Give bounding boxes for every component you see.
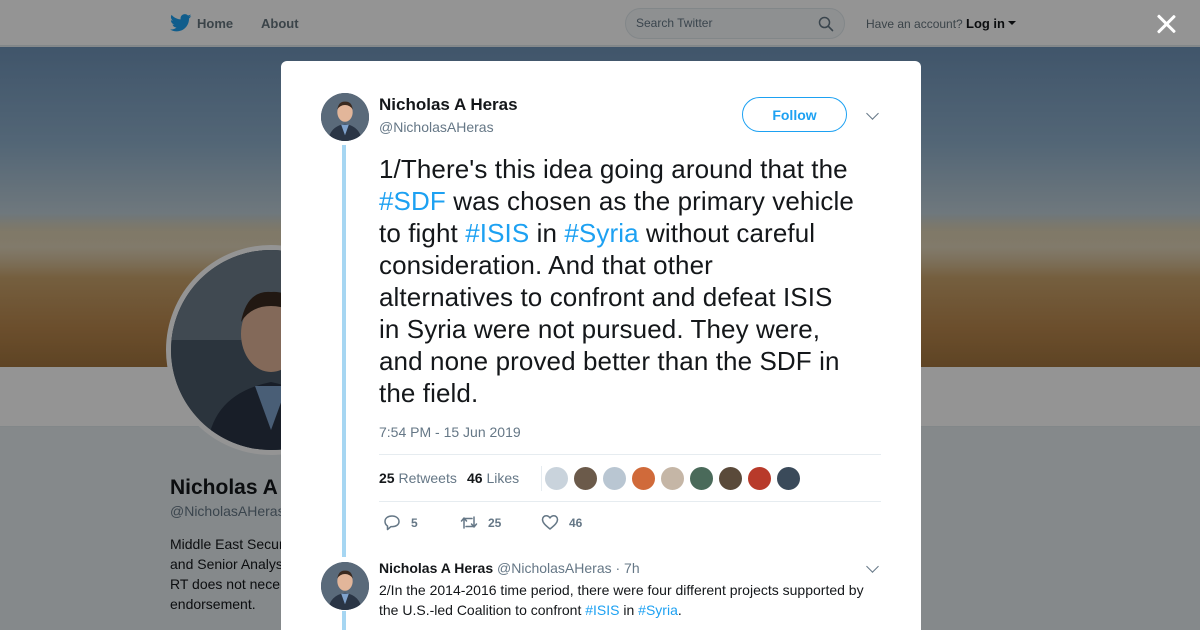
liker-avatar[interactable] <box>544 466 569 491</box>
tweet-text-line: #SDF was chosen as the primary vehicle <box>379 185 891 217</box>
tweet-text-line: alternatives to confront and defeat ISIS <box>379 282 833 312</box>
reply-text-fragment: . <box>677 602 682 618</box>
tweet-menu-chevron-down-icon[interactable] <box>866 107 879 120</box>
tweet-author-avatar[interactable] <box>321 93 369 141</box>
likes-count: 46 <box>467 470 483 486</box>
reply-text-line: 2/In the 2014-2016 time period, there we… <box>379 582 864 598</box>
retweet-count: 25 <box>488 516 502 530</box>
reply-icon <box>384 515 400 531</box>
retweet-icon <box>460 516 478 529</box>
tweet-timestamp[interactable]: 7:54 PM - 15 Jun 2019 <box>379 424 521 440</box>
liker-avatar[interactable] <box>573 466 598 491</box>
reply-header: Nicholas A Heras @NicholasAHeras · 7h <box>379 560 640 576</box>
reply-avatar-photo <box>321 562 369 610</box>
heart-icon <box>541 515 559 530</box>
liker-avatar[interactable] <box>747 466 772 491</box>
tweet-text-line: the field. <box>379 378 479 408</box>
reply-author-avatar[interactable] <box>321 562 369 610</box>
follow-button[interactable]: Follow <box>742 97 847 132</box>
hashtag-link[interactable]: #ISIS <box>585 602 619 618</box>
tweet-text-fragment: without careful <box>638 218 816 248</box>
like-count: 46 <box>569 516 583 530</box>
reply-menu-chevron-down-icon[interactable] <box>866 560 879 573</box>
liker-avatar[interactable] <box>776 466 801 491</box>
tweet-text: 1/There's this idea going around that th… <box>379 153 891 409</box>
tweet-text-fragment: in <box>529 218 565 248</box>
tweet-stats-bar: 25 Retweets 46 Likes <box>379 454 881 502</box>
thread-connector-line <box>342 145 346 557</box>
thread-connector-line <box>342 611 346 630</box>
reply-button[interactable]: 5 <box>383 513 433 533</box>
reply-author-name[interactable]: Nicholas A Heras <box>379 560 493 576</box>
tweet-author-name[interactable]: Nicholas A Heras <box>379 95 518 115</box>
like-button[interactable]: 46 <box>541 513 601 533</box>
liker-avatar[interactable] <box>602 466 627 491</box>
retweets-stat[interactable]: 25 Retweets <box>379 470 457 486</box>
likes-stat[interactable]: 46 Likes <box>467 470 519 486</box>
liker-avatar[interactable] <box>689 466 714 491</box>
reply-text-fragment: in <box>619 602 639 618</box>
reply-text-fragment: the U.S.-led Coalition to confront <box>379 602 586 618</box>
author-avatar-photo <box>321 93 369 141</box>
liker-avatar[interactable] <box>718 466 743 491</box>
tweet-text-fragment: to fight <box>379 218 466 248</box>
hashtag-link[interactable]: #Syria <box>564 218 638 248</box>
liker-avatar[interactable] <box>660 466 685 491</box>
reply-text: 2/In the 2014-2016 time period, there we… <box>379 580 879 620</box>
reply-count: 5 <box>411 516 418 530</box>
tweet-text-line: to fight #ISIS in #Syria without careful <box>379 217 891 249</box>
tweet-text-line: and none proved better than the SDF in <box>379 346 840 376</box>
reply-author-handle[interactable]: @NicholasAHeras <box>497 560 612 576</box>
tweet-text-line: in Syria were not pursued. They were, <box>379 314 821 344</box>
hashtag-link[interactable]: #ISIS <box>465 218 529 248</box>
liker-avatar[interactable] <box>631 466 656 491</box>
tweet-text-fragment: was chosen as the primary vehicle <box>445 186 854 216</box>
tweet-text-line: 1/There's this idea going around that th… <box>379 154 848 184</box>
tweet-text-line: consideration. And that other <box>379 250 713 280</box>
tweet-author-handle[interactable]: @NicholasAHeras <box>379 119 494 135</box>
close-icon[interactable] <box>1156 14 1176 34</box>
likers-avatar-list <box>541 466 801 491</box>
hashtag-link[interactable]: #SDF <box>379 186 446 216</box>
reply-text-line: the U.S.-led Coalition to confront #ISIS… <box>379 600 879 620</box>
tweet-actions: 5 25 46 <box>379 513 679 533</box>
reply-time[interactable]: · 7h <box>616 560 640 576</box>
likes-label: Likes <box>486 470 520 486</box>
retweet-button[interactable]: 25 <box>460 513 520 533</box>
tweet-modal: Nicholas A Heras @NicholasAHeras Follow … <box>281 61 921 630</box>
retweets-label: Retweets <box>398 470 457 486</box>
retweets-count: 25 <box>379 470 395 486</box>
hashtag-link[interactable]: #Syria <box>638 602 678 618</box>
